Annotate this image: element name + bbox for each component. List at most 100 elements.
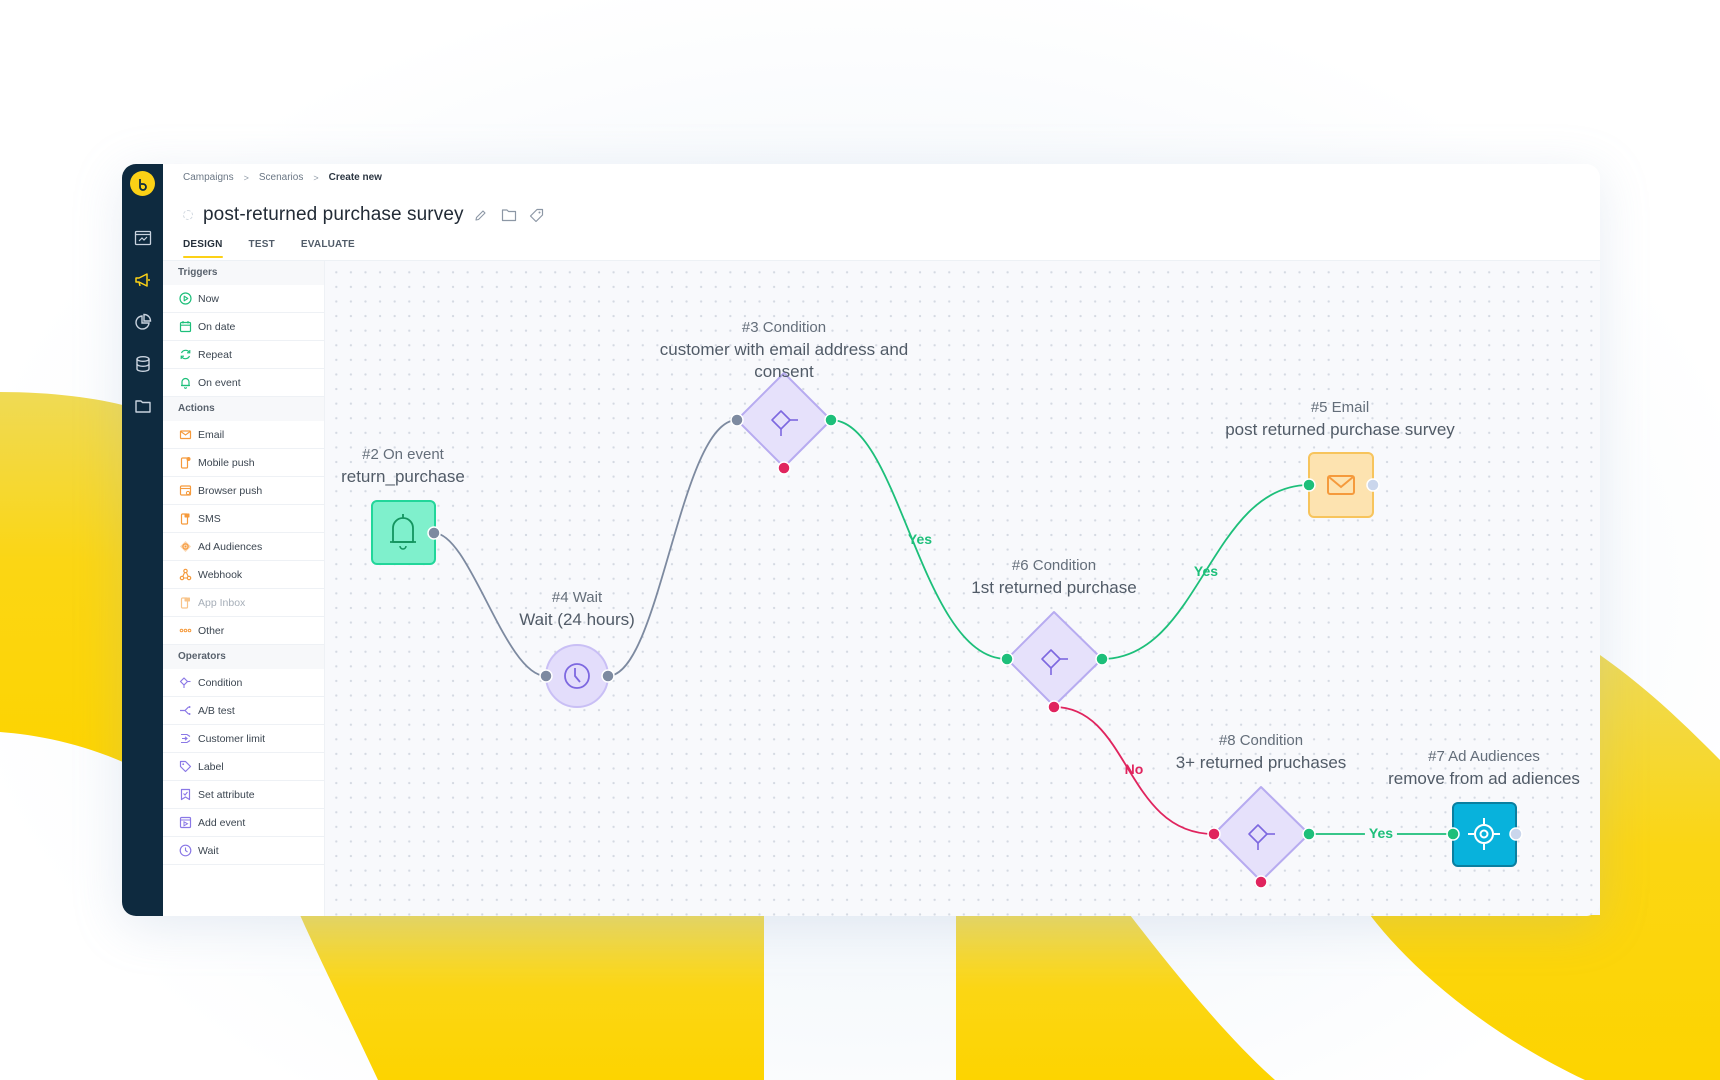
palette-item-condition[interactable]: Condition xyxy=(163,669,324,697)
node-7-heading: #7 Ad Audiences xyxy=(1428,748,1540,765)
palette-item-label: A/B test xyxy=(198,704,235,717)
nav-dashboard[interactable] xyxy=(130,225,155,250)
port-n3-in[interactable] xyxy=(730,413,744,427)
node-8-subtitle: 3+ returned pruchases xyxy=(1175,753,1347,772)
palette-item-add-event[interactable]: Add event xyxy=(163,809,324,837)
section-operators: Operators xyxy=(163,645,324,669)
yellow-swoosh-left xyxy=(0,392,140,770)
rename-button[interactable] xyxy=(474,209,487,222)
pencil-icon xyxy=(475,209,486,221)
palette-item-label: Condition xyxy=(198,676,243,689)
palette-item-label: Other xyxy=(198,624,225,637)
port-n6-no[interactable] xyxy=(1047,700,1061,714)
add-tag-button[interactable] xyxy=(529,208,544,223)
node-7-ad-audiences[interactable] xyxy=(1452,802,1517,867)
palette-item-label: Webhook xyxy=(198,568,243,581)
node-3-subtitle-line2: consent xyxy=(754,362,814,381)
page-header: Campaigns > Scenarios > Create new post-… xyxy=(163,164,1600,261)
port-n5-in[interactable] xyxy=(1302,478,1316,492)
node-5-label: #5 Email post returned purchase survey xyxy=(1225,399,1455,440)
palette-item-repeat[interactable]: Repeat xyxy=(163,341,324,369)
tab-bar: DESIGN TEST EVALUATE xyxy=(183,239,355,258)
port-n4-in[interactable] xyxy=(539,669,553,683)
app-window: Campaigns > Scenarios > Create new post-… xyxy=(122,164,1600,916)
port-n6-in[interactable] xyxy=(1000,652,1014,666)
flow-canvas[interactable] xyxy=(325,261,1600,916)
palette-item-label: SMS xyxy=(198,512,221,525)
palette-item-label: Ad Audiences xyxy=(198,540,263,553)
node-4-heading: #4 Wait xyxy=(551,589,603,606)
status-indicator xyxy=(183,210,193,220)
tab-evaluate[interactable]: EVALUATE xyxy=(301,239,355,258)
palette-item-app-inbox[interactable]: App Inbox xyxy=(163,589,324,617)
palette-item-label: Mobile push xyxy=(198,456,255,469)
palette-item-wait[interactable]: Wait xyxy=(163,837,324,865)
port-n3-no[interactable] xyxy=(777,461,791,475)
port-n6-yes[interactable] xyxy=(1095,652,1109,666)
play-circle-icon xyxy=(178,292,192,305)
palette-item-email[interactable]: Email xyxy=(163,421,324,449)
nav-rail xyxy=(122,164,163,916)
breadcrumb: Campaigns > Scenarios > Create new xyxy=(183,172,382,183)
node-5-heading: #5 Email xyxy=(1310,399,1370,416)
node-4-subtitle: Wait (24 hours) xyxy=(519,610,635,629)
port-n4-out[interactable] xyxy=(601,669,615,683)
node-2-heading: #2 On event xyxy=(362,446,444,463)
node-2-label: #2 On event return_purchase xyxy=(341,446,465,487)
nav-analytics[interactable] xyxy=(130,309,155,334)
palette-item-now[interactable]: Now xyxy=(163,285,324,313)
palette-item-label: On event xyxy=(198,376,241,389)
palette-item-customer-limit[interactable]: Customer limit xyxy=(163,725,324,753)
brand-logo[interactable] xyxy=(130,171,155,196)
palette-item-browser-push[interactable]: Browser push xyxy=(163,477,324,505)
nav-assets[interactable] xyxy=(130,393,155,418)
tab-test[interactable]: TEST xyxy=(249,239,275,258)
palette-item-mobile-push[interactable]: Mobile push xyxy=(163,449,324,477)
port-n5-out[interactable] xyxy=(1366,478,1380,492)
port-n7-in[interactable] xyxy=(1446,827,1460,841)
palette-item-label: Repeat xyxy=(198,348,232,361)
palette-item-webhook[interactable]: Webhook xyxy=(163,561,324,589)
palette-item-set-attribute[interactable]: Set attribute xyxy=(163,781,324,809)
palette-item-label: Set attribute xyxy=(198,788,255,801)
envelope-icon xyxy=(1327,475,1355,495)
move-to-folder-button[interactable] xyxy=(501,208,517,222)
port-n7-out[interactable] xyxy=(1509,827,1523,841)
customer-limit-icon xyxy=(180,733,190,744)
palette-item-on-date[interactable]: On date xyxy=(163,313,324,341)
palette-item-other[interactable]: Other xyxy=(163,617,324,645)
node-8-label: #8 Condition 3+ returned pruchases xyxy=(1176,732,1347,773)
palette-item-label[interactable]: Label xyxy=(163,753,324,781)
title-row: post-returned purchase survey xyxy=(183,204,544,226)
node-5-email[interactable] xyxy=(1308,452,1374,518)
node-palette: Triggers Now On date Repeat On event Act… xyxy=(163,261,325,916)
breadcrumb-campaigns[interactable]: Campaigns xyxy=(183,172,234,183)
bell-icon xyxy=(180,377,190,389)
port-n8-no[interactable] xyxy=(1254,875,1268,889)
node-3-label: #3 Condition customer with email address… xyxy=(660,319,909,382)
section-triggers: Triggers xyxy=(163,261,324,285)
palette-item-sms[interactable]: SMS xyxy=(163,505,324,533)
breadcrumb-scenarios[interactable]: Scenarios xyxy=(259,172,303,183)
palette-item-ab-test[interactable]: A/B test xyxy=(163,697,324,725)
node-5-subtitle: post returned purchase survey xyxy=(1225,420,1455,439)
edge-label-n6-n8: No xyxy=(1124,761,1144,777)
palette-item-ad-audiences[interactable]: Ad Audiences xyxy=(163,533,324,561)
palette-item-label: Now xyxy=(198,292,220,305)
port-n2-out[interactable] xyxy=(427,526,441,540)
webhook-icon xyxy=(179,568,191,581)
tag-icon xyxy=(179,760,191,773)
edge-label-n3-n6: Yes xyxy=(907,531,933,547)
node-2-on-event[interactable] xyxy=(371,500,436,565)
pie-chart-icon xyxy=(134,313,151,330)
port-n8-in[interactable] xyxy=(1207,827,1221,841)
page-title[interactable]: post-returned purchase survey xyxy=(203,204,464,226)
port-n8-yes[interactable] xyxy=(1302,827,1316,841)
node-4-wait[interactable] xyxy=(545,644,609,708)
nav-data[interactable] xyxy=(130,351,155,376)
palette-item-on-event[interactable]: On event xyxy=(163,369,324,397)
tab-design[interactable]: DESIGN xyxy=(183,239,223,258)
palette-item-label: App Inbox xyxy=(198,596,246,609)
port-n3-yes[interactable] xyxy=(824,413,838,427)
nav-campaigns[interactable] xyxy=(130,267,155,292)
